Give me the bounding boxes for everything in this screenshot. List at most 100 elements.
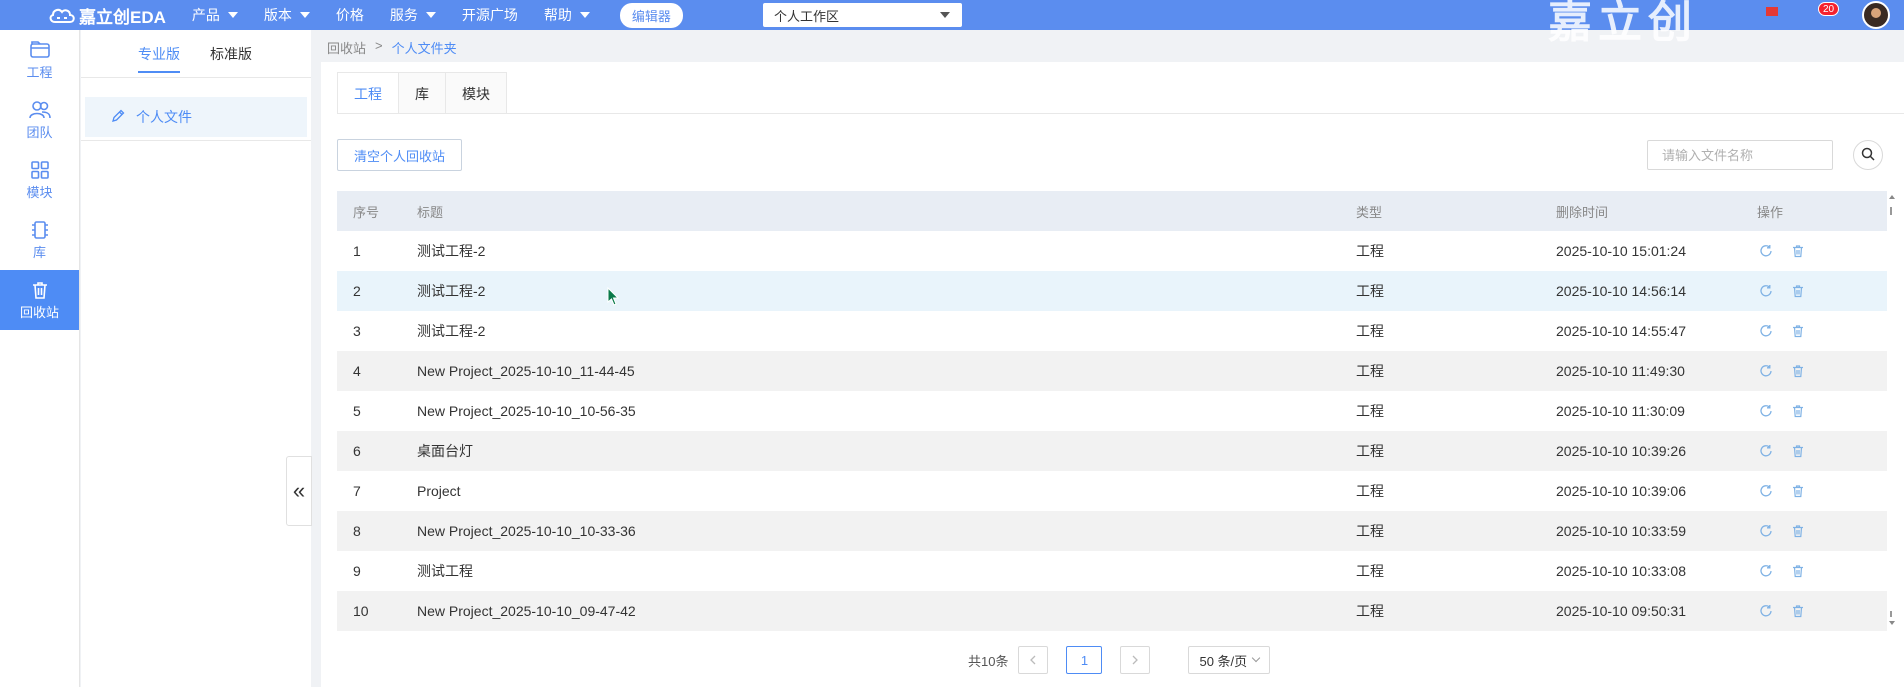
delete-icon[interactable]: [1789, 442, 1807, 460]
nav-service[interactable]: 服务: [390, 5, 436, 25]
app-logo[interactable]: 嘉立创EDA: [48, 3, 166, 28]
tab-project[interactable]: 工程: [337, 72, 399, 114]
nav-price[interactable]: 价格: [336, 5, 364, 25]
delete-icon[interactable]: [1789, 562, 1807, 580]
nav-label: 帮助: [543, 7, 572, 23]
next-page-button[interactable]: [1120, 646, 1151, 674]
notification-badge[interactable]: 20: [1818, 2, 1840, 16]
table-row[interactable]: 7 Project 工程 2025-10-10 10:39:06: [337, 471, 1887, 511]
scroll-up-arrow-icon[interactable]: [1889, 195, 1895, 199]
cell-actions: [1757, 602, 1887, 620]
cell-deleted-time: 2025-10-10 10:33:08: [1556, 563, 1686, 579]
editor-button[interactable]: 编辑器: [619, 2, 683, 28]
tab-standard[interactable]: 标准版: [210, 30, 252, 78]
cell-index: 6: [353, 443, 361, 459]
nav-help[interactable]: 帮助: [544, 5, 590, 25]
cell-title: Project: [417, 483, 461, 499]
restore-icon[interactable]: [1757, 242, 1775, 260]
cell-type: 工程: [1356, 603, 1384, 619]
delete-icon[interactable]: [1789, 402, 1807, 420]
restore-icon[interactable]: [1757, 362, 1775, 380]
cell-type: 工程: [1356, 443, 1384, 459]
table-row[interactable]: 10 New Project_2025-10-10_09-47-42 工程 2025-…: [337, 591, 1887, 631]
table-row[interactable]: 6 桌面台灯 工程 2025-10-10 10:39:26: [337, 431, 1887, 471]
cell-actions: [1757, 282, 1887, 300]
delete-icon[interactable]: [1789, 322, 1807, 340]
folder-item-personal[interactable]: 个人文件: [85, 97, 307, 137]
table-row[interactable]: 2 测试工程-2 工程 2025-10-10 14:56:14: [337, 271, 1887, 311]
clear-recycle-bin-button[interactable]: 清空个人回收站: [337, 139, 463, 171]
search-button[interactable]: [1853, 140, 1883, 170]
rail-item-project[interactable]: 工程: [0, 30, 79, 90]
tab-library[interactable]: 库: [398, 72, 446, 114]
prev-page-button[interactable]: [1018, 646, 1049, 674]
restore-icon[interactable]: [1757, 602, 1775, 620]
delete-icon[interactable]: [1789, 282, 1807, 300]
nav-version[interactable]: 版本: [264, 5, 310, 25]
table-row[interactable]: 9 测试工程 工程 2025-10-10 10:33:08: [337, 551, 1887, 591]
rail-item-label: 回收站: [19, 304, 59, 320]
cell-index: 3: [353, 323, 361, 339]
scroll-thumb[interactable]: [1890, 207, 1892, 215]
panel-divider: [81, 140, 311, 141]
page-button-current[interactable]: 1: [1066, 646, 1103, 674]
nav-label: 产品: [191, 7, 220, 23]
delete-icon[interactable]: [1789, 602, 1807, 620]
cell-type: 工程: [1356, 243, 1384, 259]
workspace-select[interactable]: 个人工作区: [763, 3, 962, 27]
caret-down-icon: [299, 12, 310, 18]
delete-icon[interactable]: [1789, 242, 1807, 260]
table-row[interactable]: 5 New Project_2025-10-10_10-56-35 工程 2025-1…: [337, 391, 1887, 431]
nav-product[interactable]: 产品: [192, 5, 238, 25]
tab-professional[interactable]: 专业版: [138, 30, 180, 78]
recycle-table: 序号 标题 类型 删除时间 操作 1 测试工程-2 工程 2025-10-10 15:…: [337, 191, 1887, 631]
cell-deleted-time: 2025-10-10 10:33:59: [1556, 523, 1686, 539]
delete-icon[interactable]: [1789, 362, 1807, 380]
cloud-logo-icon: [48, 6, 76, 24]
restore-icon[interactable]: [1757, 482, 1775, 500]
table-row[interactable]: 4 New Project_2025-10-10_11-44-45 工程 2025-1…: [337, 351, 1887, 391]
cell-type: 工程: [1356, 363, 1384, 379]
table-scrollbar[interactable]: [1887, 191, 1897, 631]
cell-title: 桌面台灯: [417, 443, 473, 459]
pagination-total: 共10条: [968, 653, 1009, 669]
caret-down-icon: [227, 12, 238, 18]
folder-item-label: 个人文件: [136, 109, 192, 125]
restore-icon[interactable]: [1757, 442, 1775, 460]
restore-icon[interactable]: [1757, 562, 1775, 580]
main-content: 工程 库 模块 清空个人回收站 序号 标题 类型 删除时间 操作 1 测试工程-2…: [321, 62, 1904, 687]
delete-icon[interactable]: [1789, 482, 1807, 500]
page-size-select[interactable]: 50 条/页: [1188, 646, 1271, 674]
tab-module[interactable]: 模块: [445, 72, 507, 114]
flag-icon[interactable]: [1766, 7, 1778, 16]
nav-open-source[interactable]: 开源广场: [462, 5, 518, 25]
rail-item-library[interactable]: 库: [0, 210, 79, 270]
breadcrumb-root[interactable]: 回收站: [327, 38, 366, 57]
cell-index: 7: [353, 483, 361, 499]
restore-icon[interactable]: [1757, 322, 1775, 340]
delete-icon[interactable]: [1789, 522, 1807, 540]
rail-item-module[interactable]: 模块: [0, 150, 79, 210]
table-row[interactable]: 1 测试工程-2 工程 2025-10-10 15:01:24: [337, 231, 1887, 271]
restore-icon[interactable]: [1757, 282, 1775, 300]
caret-down-icon: [940, 12, 950, 18]
cell-type: 工程: [1356, 563, 1384, 579]
cell-title: New Project_2025-10-10_09-47-42: [417, 603, 636, 619]
search-input[interactable]: [1647, 140, 1833, 170]
table-row[interactable]: 8 New Project_2025-10-10_10-33-36 工程 2025-1…: [337, 511, 1887, 551]
top-nav-bar: 嘉立创EDA 产品 版本 价格 服务 开源广场 帮助 编辑器 个人工作区 嘉立创…: [0, 0, 1904, 47]
trash-icon: [30, 280, 50, 302]
cell-index: 5: [353, 403, 361, 419]
cell-index: 1: [353, 243, 361, 259]
restore-icon[interactable]: [1757, 402, 1775, 420]
cell-deleted-time: 2025-10-10 14:55:47: [1556, 323, 1686, 339]
table-row[interactable]: 3 测试工程-2 工程 2025-10-10 14:55:47: [337, 311, 1887, 351]
avatar[interactable]: [1862, 1, 1890, 29]
module-icon: [30, 160, 50, 182]
caret-down-icon: [579, 12, 590, 18]
rail-item-team[interactable]: 团队: [0, 90, 79, 150]
restore-icon[interactable]: [1757, 522, 1775, 540]
scroll-down-arrow-icon[interactable]: [1889, 621, 1895, 625]
rail-item-recycle-bin[interactable]: 回收站: [0, 270, 79, 330]
collapse-panel-button[interactable]: «: [286, 456, 312, 526]
